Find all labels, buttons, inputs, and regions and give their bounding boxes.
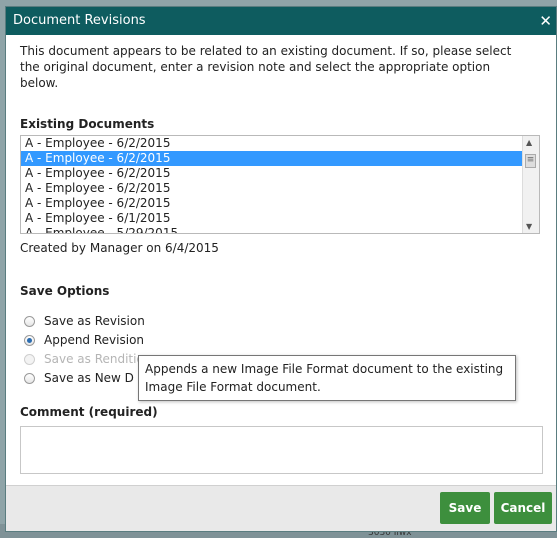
option-label: Save as New D <box>44 371 134 385</box>
dialog-content: This document appears to be related to a… <box>20 35 543 474</box>
scroll-down-icon[interactable]: ▼ <box>526 222 532 231</box>
list-item[interactable]: A - Employee - 5/29/2015 <box>21 226 539 233</box>
existing-documents-list[interactable]: A - Employee - 6/2/2015 A - Employee - 6… <box>20 135 540 234</box>
option-append-revision[interactable]: Append Revision <box>24 333 144 347</box>
intro-text: This document appears to be related to a… <box>20 44 512 90</box>
list-item-selected[interactable]: A - Employee - 6/2/2015 <box>21 151 539 166</box>
created-by-text: Created by Manager on 6/4/2015 <box>20 241 219 255</box>
comment-title: Comment (required) <box>20 405 158 419</box>
list-item[interactable]: A - Employee - 6/2/2015 <box>21 181 539 196</box>
save-options-title: Save Options <box>20 284 110 298</box>
option-save-as-new-document[interactable]: Save as New D <box>24 371 134 385</box>
list-item[interactable]: A - Employee - 6/2/2015 <box>21 166 539 181</box>
comment-textarea[interactable] <box>20 426 543 474</box>
option-label: Append Revision <box>44 333 145 347</box>
dialog-footer: Save Cancel <box>6 485 556 531</box>
list-item[interactable]: A - Employee - 6/1/2015 <box>21 211 539 226</box>
dialog-titlebar: Document Revisions ✕ <box>6 7 556 35</box>
cancel-button[interactable]: Cancel <box>494 492 552 524</box>
radio-button[interactable] <box>24 315 35 327</box>
option-save-as-revision[interactable]: Save as Revision <box>24 314 145 328</box>
list-item[interactable]: A - Employee - 6/2/2015 <box>21 136 539 151</box>
radio-button-disabled <box>24 353 35 365</box>
radio-button-checked[interactable] <box>24 334 35 346</box>
dialog-title: Document Revisions <box>13 13 146 28</box>
existing-documents-title: Existing Documents <box>20 117 155 131</box>
close-icon[interactable]: ✕ <box>539 12 552 30</box>
list-scrollbar[interactable]: ▲ ≡ ▼ <box>522 136 539 233</box>
append-revision-tooltip: Appends a new Image File Format document… <box>138 355 516 401</box>
document-revisions-dialog: Document Revisions ✕ This document appea… <box>5 6 557 532</box>
option-save-as-rendition: Save as Rendition <box>24 352 151 366</box>
option-label: Save as Rendition <box>44 352 152 366</box>
save-button[interactable]: Save <box>440 492 490 524</box>
radio-button[interactable] <box>24 372 35 384</box>
scroll-up-icon[interactable]: ▲ <box>526 138 532 147</box>
list-item[interactable]: A - Employee - 6/2/2015 <box>21 196 539 211</box>
option-label: Save as Revision <box>44 314 145 328</box>
scroll-thumb[interactable]: ≡ <box>525 154 536 168</box>
